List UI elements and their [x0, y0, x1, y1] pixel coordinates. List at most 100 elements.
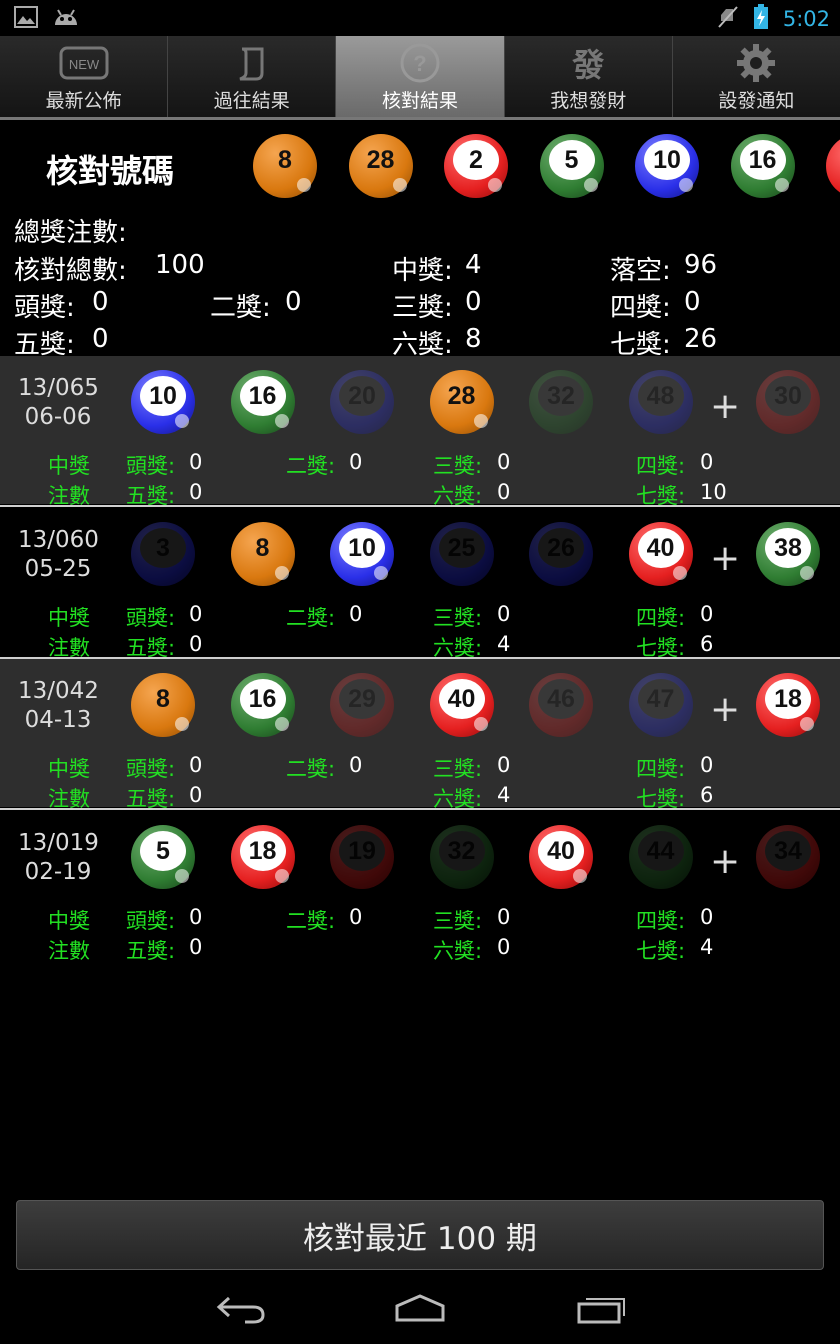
- result-ball: 19: [330, 825, 394, 889]
- result-ball: 32: [429, 825, 494, 889]
- result-ball: 32: [529, 370, 593, 434]
- result-ball: 3: [131, 522, 195, 586]
- prize2-value: 0: [349, 450, 363, 474]
- result-ball: 25: [429, 522, 494, 586]
- summary-p2-label: 二獎:: [210, 293, 271, 323]
- prize6-value: 4: [497, 632, 511, 656]
- prize3-value: 0: [497, 753, 511, 777]
- result-ball: 26: [529, 522, 593, 586]
- prize7-value: 10: [700, 480, 727, 504]
- result-row[interactable]: 13/042 04-13 8 16 29 40 46 47 +18 中獎 注數 頭獎: 0 二獎: 0 三獎:…: [0, 659, 840, 811]
- summary-p1-value: 0: [92, 287, 109, 317]
- nav-bar: [0, 1276, 840, 1344]
- summary-p3-value: 0: [465, 287, 482, 317]
- ball-number: 34: [765, 831, 811, 871]
- draw-number: 13/019: [18, 830, 99, 856]
- svg-text:NEW: NEW: [68, 57, 99, 72]
- ball-number: 16: [239, 376, 286, 416]
- ball-number: 28: [447, 381, 476, 410]
- tab-history[interactable]: 過往結果: [168, 36, 337, 117]
- prize5-label: 五獎:: [126, 939, 176, 963]
- check-ball: 28: [348, 134, 413, 198]
- ball-number: 3: [140, 528, 186, 568]
- draw-date: 05-25: [24, 556, 92, 582]
- ball-number: 25: [438, 528, 485, 568]
- home-icon[interactable]: [394, 1294, 446, 1328]
- row-divider: [0, 808, 840, 810]
- prize1-value: 0: [189, 602, 203, 626]
- prize2-label: 二獎:: [286, 606, 336, 630]
- ball-number: 32: [438, 831, 485, 871]
- question-icon: ?: [390, 42, 450, 84]
- result-ball: 46: [529, 673, 593, 737]
- prize4-value: 0: [700, 450, 714, 474]
- tab-label: 我想發財: [550, 90, 627, 112]
- tab-bar: NEW 最新公佈 過往結果 ? 核對結果 發 我想發財 設發通知: [0, 36, 840, 120]
- gear-icon: [726, 42, 786, 84]
- summary-p4-label: 四獎:: [610, 293, 671, 323]
- result-ball: 10: [131, 370, 195, 434]
- prize3-value: 0: [497, 602, 511, 626]
- summary-p3-label: 三獎:: [392, 293, 453, 323]
- draw-info: 13/060 05-25: [18, 526, 99, 584]
- result-row[interactable]: 13/060 05-25 3 8 10 25 26 40 +38 中獎 注數 頭獎: 0 二獎: 0 三獎: 0…: [0, 508, 840, 660]
- ball-number: 26: [538, 528, 584, 568]
- battery-icon: [753, 4, 769, 34]
- prize4-label: 四獎:: [636, 757, 686, 781]
- prize2-label: 二獎:: [286, 454, 336, 478]
- result-ball: 10: [330, 522, 394, 586]
- draw-date: 02-19: [24, 859, 92, 885]
- ball-number: 8: [255, 533, 270, 562]
- prize2-value: 0: [349, 753, 363, 777]
- win-label: 中獎: [48, 454, 90, 478]
- prize3-value: 0: [497, 450, 511, 474]
- summary-p4-value: 0: [684, 287, 701, 317]
- tab-fortune[interactable]: 發 我想發財: [505, 36, 673, 117]
- prize1-value: 0: [189, 753, 203, 777]
- recent-apps-icon[interactable]: [576, 1294, 626, 1328]
- draw-number: 13/065: [18, 375, 99, 401]
- special-ball: 38: [756, 522, 820, 586]
- check-ball: 8: [253, 134, 317, 198]
- tab-notify[interactable]: 設發通知: [673, 36, 840, 117]
- result-row[interactable]: 13/019 02-19 5 18 19 32 40 44 +34 中獎 注數 頭獎: 0 二獎: 0 三獎:…: [0, 811, 840, 963]
- summary-p6-value: 8: [465, 324, 482, 354]
- ball-number: 40: [538, 831, 584, 871]
- draw-number: 13/042: [18, 678, 99, 704]
- prize1-value: 0: [189, 905, 203, 929]
- ball-number: 19: [339, 831, 385, 871]
- mute-icon: [717, 5, 739, 33]
- prize1-label: 頭獎:: [126, 909, 176, 933]
- prize7-label: 七獎:: [636, 939, 686, 963]
- tab-check[interactable]: ? 核對結果: [336, 36, 505, 117]
- check-recent-button[interactable]: 核對最近 100 期: [16, 1200, 824, 1270]
- prize2-label: 二獎:: [286, 757, 336, 781]
- result-ball: 16: [230, 673, 295, 737]
- prize1-label: 頭獎:: [126, 606, 176, 630]
- prize4-label: 四獎:: [636, 606, 686, 630]
- ball-number: 8: [156, 684, 170, 713]
- plus-sign: +: [710, 689, 741, 730]
- scroll-icon: [222, 42, 282, 84]
- prize5-value: 0: [189, 480, 203, 504]
- check-ball-partial: [826, 134, 840, 198]
- draw-info: 13/042 04-13: [18, 677, 99, 735]
- ball-number: 5: [548, 140, 595, 180]
- ball-number: 29: [339, 679, 385, 719]
- prize5-value: 0: [189, 935, 203, 959]
- plus-sign: +: [710, 841, 741, 882]
- prize6-value: 0: [497, 935, 511, 959]
- summary-p7-value: 26: [684, 324, 718, 354]
- back-icon[interactable]: [215, 1294, 267, 1328]
- tab-latest[interactable]: NEW 最新公佈: [0, 36, 169, 117]
- tab-label: 過往結果: [213, 90, 290, 112]
- check-ball: 2: [444, 134, 508, 198]
- result-ball: 5: [131, 825, 195, 889]
- result-ball: 28: [429, 370, 494, 434]
- ball-number: 10: [339, 528, 385, 568]
- special-ball: 18: [756, 673, 820, 737]
- summary-p5-value: 0: [92, 324, 109, 354]
- ball-number: 48: [637, 376, 684, 416]
- ball-number: 5: [140, 831, 186, 871]
- result-row[interactable]: 13/065 06-06 10 16 20 28 32 48 +30 中獎 注數 頭獎: 0 二獎: 0 三獎…: [0, 356, 840, 508]
